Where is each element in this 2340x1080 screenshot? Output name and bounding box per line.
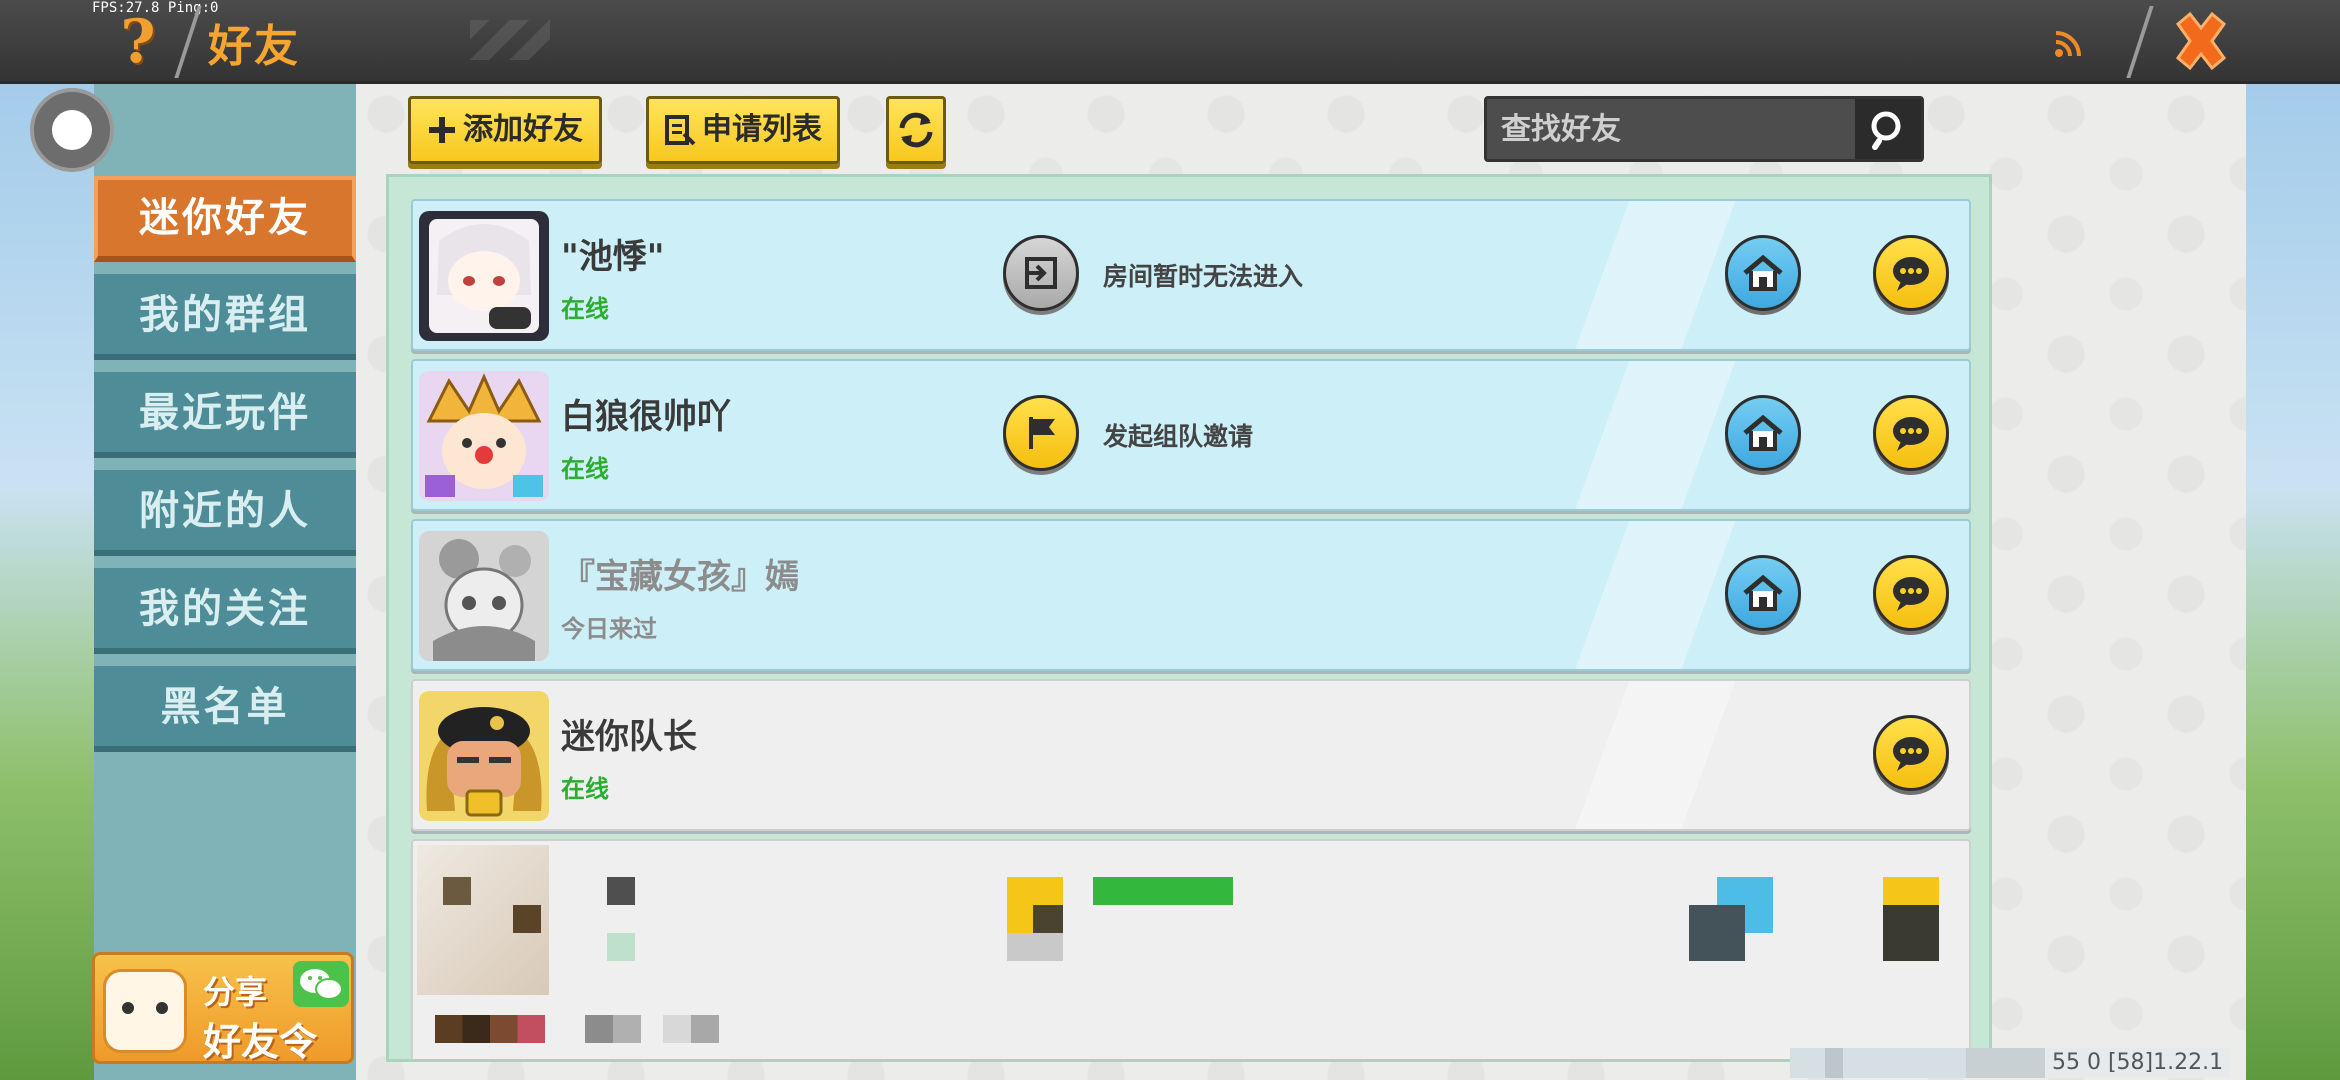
friend-card[interactable]: 迷你队长 在线 <box>411 679 1971 831</box>
home-button[interactable] <box>1725 395 1801 471</box>
pixel-block <box>663 1015 719 1043</box>
decor-stripes <box>470 20 550 60</box>
sidebar-item-recent-players[interactable]: 最近玩伴 <box>94 372 356 458</box>
pixel-block <box>443 877 471 905</box>
friend-status: 在线 <box>561 775 609 803</box>
sidebar-item-blacklist[interactable]: 黑名单 <box>94 666 356 752</box>
home-icon <box>1743 254 1783 291</box>
search-box <box>1484 96 1924 162</box>
sidebar-item-my-groups[interactable]: 我的群组 <box>94 274 356 360</box>
divider <box>2126 6 2154 78</box>
sidebar-item-mini-friends[interactable]: 迷你好友 <box>94 176 356 262</box>
avatar[interactable] <box>419 691 549 821</box>
rss-icon[interactable] <box>2052 28 2084 60</box>
friend-card[interactable]: 白狼很帅吖 在线 发起组队邀请 <box>411 359 1971 511</box>
sidebar-item-following[interactable]: 我的关注 <box>94 568 356 654</box>
chat-bubble-icon <box>1893 417 1929 451</box>
pixel-block <box>513 905 541 933</box>
pixel-block <box>1033 905 1063 933</box>
flag-icon[interactable] <box>1003 395 1079 471</box>
home-icon <box>1743 414 1783 451</box>
friend-card[interactable]: "池悸" 在线 房间暂时无法进入 <box>411 199 1971 351</box>
enter-room-icon[interactable] <box>1003 235 1079 311</box>
avatar[interactable] <box>419 211 549 341</box>
team-invite-text[interactable]: 发起组队邀请 <box>1103 417 1253 453</box>
friend-code-label: 好友令 <box>203 1020 318 1064</box>
room-status-text: 房间暂时无法进入 <box>1103 262 1304 291</box>
pixel-block <box>435 1015 545 1043</box>
chat-button[interactable] <box>1873 395 1949 471</box>
request-list-label: 申请列表 <box>702 112 822 147</box>
pixel-block <box>1093 877 1233 905</box>
friend-name: 白狼很帅吖 <box>561 397 731 437</box>
friend-card-obscured[interactable] <box>411 839 1971 1059</box>
version-text: 55 0 [58]1.22.1 <box>2052 1050 2224 1075</box>
close-x-icon[interactable] <box>2168 8 2234 74</box>
add-friend-label: 添加好友 <box>463 112 583 147</box>
pixel-block <box>607 877 635 905</box>
chat-button[interactable] <box>1873 235 1949 311</box>
chat-button[interactable] <box>1873 715 1949 791</box>
request-list-icon <box>665 115 696 146</box>
refresh-button[interactable] <box>886 96 946 164</box>
friend-name: "池悸" <box>561 237 665 277</box>
pixel-block <box>1883 905 1939 961</box>
plus-icon <box>429 117 455 143</box>
chat-bubble-icon <box>1893 257 1929 291</box>
friend-status: 今日来过 <box>561 615 657 643</box>
avatar[interactable] <box>419 531 549 661</box>
share-label: 分享 <box>203 973 268 1011</box>
chat-button[interactable] <box>1873 555 1949 631</box>
friend-card[interactable]: 『宝藏女孩』嫣 今日来过 <box>411 519 1971 671</box>
mascot-face-icon <box>103 969 187 1053</box>
home-icon <box>1743 574 1783 611</box>
chat-bubble-icon <box>1893 577 1929 611</box>
refresh-icon <box>899 112 933 148</box>
avatar[interactable] <box>419 371 549 501</box>
search-input[interactable] <box>1487 99 1843 159</box>
friend-list: "池悸" 在线 房间暂时无法进入 白狼很帅吖 在线 发起组队邀请 『宝藏女孩』嫣… <box>386 174 1992 1062</box>
top-bar: FPS:27.8 Ping:0 ? 好友 <box>0 0 2340 84</box>
chat-bubble-icon <box>1893 737 1929 771</box>
home-button[interactable] <box>1725 235 1801 311</box>
share-friend-code-banner[interactable]: 分享 好友令 <box>92 952 354 1064</box>
pixel-block <box>1007 933 1063 961</box>
friend-name: 迷你队长 <box>561 717 697 757</box>
pixel-block <box>1883 877 1939 905</box>
pixel-block <box>607 933 635 961</box>
floating-circle-button[interactable] <box>30 88 114 172</box>
wechat-icon <box>293 961 349 1007</box>
home-button[interactable] <box>1725 555 1801 631</box>
pixel-block <box>1689 905 1745 961</box>
friend-name: 『宝藏女孩』嫣 <box>561 557 799 597</box>
question-mark-icon[interactable]: ? <box>108 8 168 76</box>
add-friend-button[interactable]: 添加好友 <box>408 96 602 164</box>
search-icon <box>1871 111 1901 150</box>
divider <box>174 6 202 78</box>
friend-status: 在线 <box>561 455 609 483</box>
sidebar-item-nearby[interactable]: 附近的人 <box>94 470 356 556</box>
pixel-block <box>585 1015 641 1043</box>
search-button[interactable] <box>1855 99 1921 159</box>
request-list-button[interactable]: 申请列表 <box>646 96 840 164</box>
friend-status: 在线 <box>561 295 609 323</box>
card-sheen <box>1523 681 1823 829</box>
page-title: 好友 <box>208 21 300 72</box>
